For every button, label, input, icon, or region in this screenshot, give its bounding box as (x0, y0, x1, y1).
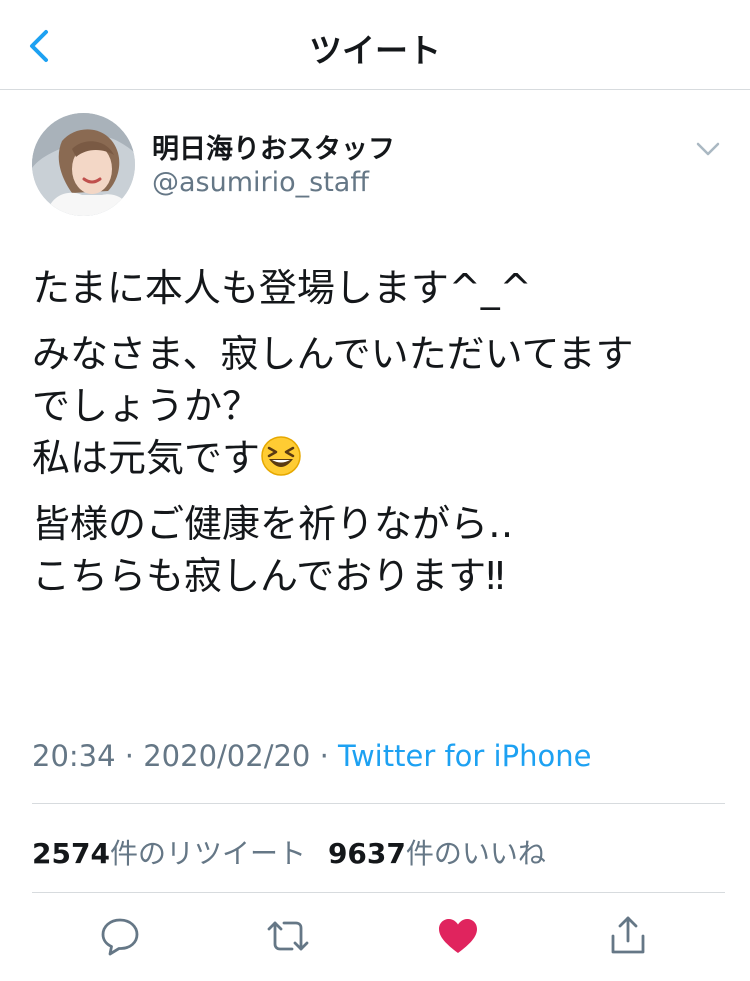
likes-stat[interactable]: 9637件のいいね (328, 837, 546, 870)
tweet-line: でしょうか？ (32, 384, 261, 428)
meta-separator: · (124, 739, 135, 773)
tweet-line: 皆様のご健康を祈りながら‥ (32, 502, 514, 546)
tweet-line: たまに本人も登場します^_^ (32, 266, 532, 310)
avatar-image (32, 113, 135, 216)
tweet-paragraph: みなさま、寂しんでいただいてます でしょうか？ 私は元気です (32, 328, 722, 484)
likes-label: 件のいいね (405, 837, 546, 870)
retweets-count: 2574 (32, 837, 110, 870)
tweet-meta: 20:34 · 2020/02/20 · Twitter for iPhone (32, 739, 591, 773)
tweet-line: 私は元気です (32, 436, 261, 480)
display-name[interactable]: 明日海りおスタッフ (152, 127, 395, 166)
tweet-header: 明日海りおスタッフ @asumirio_staff (32, 113, 722, 223)
tweet-action-bar (0, 908, 750, 968)
likes-count: 9637 (327, 837, 406, 870)
reply-icon (101, 918, 139, 956)
tweet-paragraph: たまに本人も登場します^_^ (32, 262, 722, 314)
tweet-stats: 2574件のリツイート 9637件のいいね (32, 832, 546, 872)
tweet-text: たまに本人も登場します^_^ みなさま、寂しんでいただいてます でしょうか？ 私… (32, 262, 722, 616)
divider (32, 803, 725, 804)
retweet-icon (267, 921, 309, 951)
tweet-time: 20:34 (32, 739, 116, 773)
grinning-squinting-face-icon (260, 435, 302, 477)
share-button[interactable] (606, 914, 650, 958)
tweet-line: こちらも寂しんでおります‼ (32, 554, 505, 598)
divider (32, 892, 725, 893)
tweet-menu-button[interactable] (694, 139, 722, 159)
reply-button[interactable] (98, 914, 142, 958)
retweets-stat[interactable]: 2574件のリツイート (32, 837, 306, 870)
tweet-source-link[interactable]: Twitter for iPhone (338, 739, 591, 773)
chevron-down-icon (696, 142, 720, 156)
share-icon (611, 916, 645, 954)
user-handle[interactable]: @asumirio_staff (152, 167, 369, 198)
heart-icon (439, 919, 477, 953)
tweet-paragraph: 皆様のご健康を祈りながら‥ こちらも寂しんでおります‼ (32, 498, 722, 602)
retweet-button[interactable] (266, 914, 310, 958)
like-button[interactable] (436, 914, 480, 958)
navigation-bar: ツイート (0, 0, 750, 90)
meta-separator: · (319, 739, 329, 773)
avatar[interactable] (32, 113, 135, 216)
retweets-label: 件のリツイート (109, 837, 306, 870)
tweet-date: 2020/02/20 (143, 739, 311, 773)
page-title: ツイート (309, 31, 441, 70)
tweet-line: みなさま、寂しんでいただいてます (32, 332, 634, 376)
